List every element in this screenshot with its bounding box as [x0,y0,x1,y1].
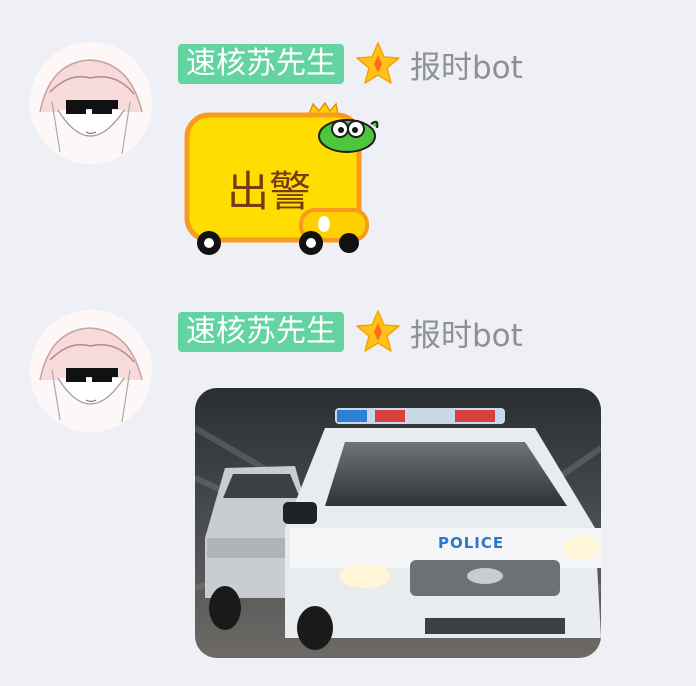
message-header: 速核苏先生 报时bot [178,310,523,354]
avatar[interactable] [30,310,152,432]
police-car-photo[interactable]: POLICE [195,388,601,658]
sticker-text: 出警 [227,167,312,216]
star-icon [356,310,400,352]
police-text: POLICE [438,534,505,552]
sender-title-badge[interactable]: 速核苏先生 [178,44,344,84]
sender-title-badge[interactable]: 速核苏先生 [178,312,344,352]
sender-role: 报时bot [410,317,523,354]
message-header: 速核苏先生 报时bot [178,42,523,86]
avatar[interactable] [30,42,152,164]
star-icon [356,42,400,84]
sender-role: 报时bot [410,49,523,86]
sticker[interactable]: 出警 [183,100,383,260]
